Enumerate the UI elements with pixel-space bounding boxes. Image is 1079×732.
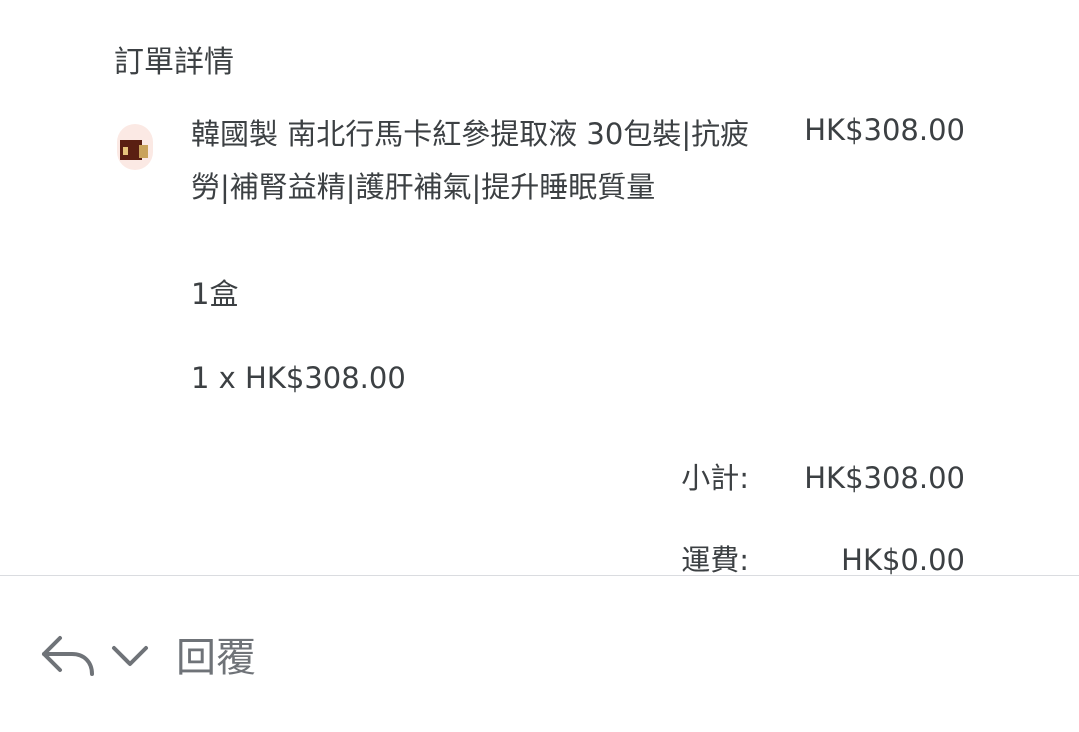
order-details-heading: 訂單詳情 [114,45,234,80]
subtotal-value: HK$308.00 [804,461,965,495]
item-price: HK$308.00 [804,113,965,147]
product-thumbnail[interactable] [117,124,153,170]
product-box-side [139,145,148,158]
quantity-price-line: 1 x HK$308.00 [191,361,406,395]
reply-arrow-icon[interactable] [40,632,96,680]
reply-bar: 回覆 [0,576,1079,732]
email-view: 訂單詳情 韓國製 南北行馬卡紅參提取液 30包裝|抗疲勞|補腎益精|護肝補氣|提… [0,0,1079,732]
product-variant: 1盒 [191,277,239,311]
shipping-label: 運費: [681,543,749,575]
shipping-value: HK$0.00 [841,543,965,575]
chevron-down-icon[interactable] [110,642,150,670]
product-box-label [123,147,128,155]
reply-button-label[interactable]: 回覆 [176,632,256,684]
email-body: 訂單詳情 韓國製 南北行馬卡紅參提取液 30包裝|抗疲勞|補腎益精|護肝補氣|提… [0,0,1079,575]
product-name: 韓國製 南北行馬卡紅參提取液 30包裝|抗疲勞|補腎益精|護肝補氣|提升睡眠質量 [191,117,750,204]
subtotal-label: 小計: [681,461,749,495]
